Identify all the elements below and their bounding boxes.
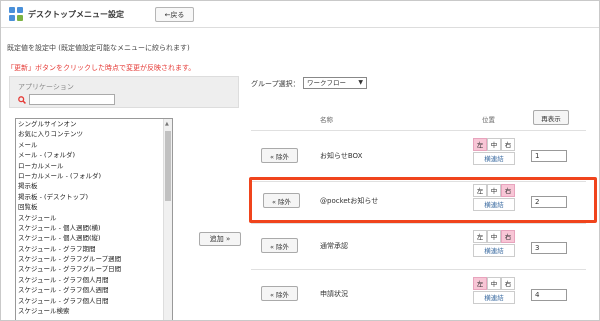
position-selector: 左 中 右 横連結 [473,230,519,262]
position-right-button[interactable]: 右 [501,138,515,151]
position-left-button[interactable]: 左 [473,138,487,151]
column-header-name: 名称 [320,116,333,124]
application-search-input[interactable] [29,94,115,105]
list-item[interactable]: スケジュール - グラフ個人日間 [16,296,172,306]
header-divider [1,27,599,28]
application-search [18,94,115,105]
order-input[interactable]: 3 [531,242,567,254]
position-right-button[interactable]: 右 [501,277,515,290]
row-divider [251,269,586,270]
application-search-panel: アプリケーション [9,76,239,108]
position-left-button[interactable]: 左 [473,277,487,290]
add-button[interactable]: 追加 » [199,232,241,246]
list-item[interactable]: 掲示板 [16,181,172,191]
row-name: 申請状況 [320,290,348,298]
column-header-position: 位置 [482,116,495,124]
position-center-button[interactable]: 中 [487,230,501,243]
list-item[interactable]: スケジュール [16,213,172,223]
application-list[interactable]: シングルサインオン お気に入りコンテンツ メール メール - (フォルダ) ロー… [15,118,173,320]
horizontal-link-button[interactable]: 横連結 [473,291,515,304]
list-item[interactable]: スケジュール - 個人週間(横) [16,223,172,233]
horizontal-link-button[interactable]: 横連結 [473,152,515,165]
desktop-menu-icon [9,7,23,21]
horizontal-link-button[interactable]: 横連結 [473,244,515,257]
list-item[interactable]: スケジュール - グラフ個人月間 [16,275,172,285]
list-item[interactable]: ローカルメール [16,161,172,171]
order-input[interactable]: 1 [531,150,567,162]
position-left-button[interactable]: 左 [473,230,487,243]
list-item[interactable]: スケジュール - グラフ期間 [16,244,172,254]
group-select-value: ワークフロー [307,79,346,87]
row-divider [251,223,586,224]
remove-button[interactable]: « 除外 [261,286,298,301]
list-item[interactable]: メール [16,140,172,150]
application-list-items: シングルサインオン お気に入りコンテンツ メール メール - (フォルダ) ロー… [16,119,172,316]
remove-button[interactable]: « 除外 [261,148,298,163]
list-item[interactable]: お気に入りコンテンツ [16,129,172,139]
remove-button[interactable]: « 除外 [261,238,298,253]
application-label: アプリケーション [18,83,74,91]
row-name: 通常承認 [320,242,348,250]
list-scrollbar[interactable]: ▲ [163,119,172,320]
position-selector: 左 中 右 横連結 [473,277,519,309]
list-item[interactable]: スケジュール - グラフグループ週間 [16,254,172,264]
row-name: お知らせBOX [320,152,363,160]
position-center-button[interactable]: 中 [487,138,501,151]
back-button[interactable]: ←戻る [155,7,194,22]
scrollbar-thumb[interactable] [165,131,171,201]
position-right-button[interactable]: 右 [501,230,515,243]
row-divider [251,130,586,131]
group-select[interactable]: ワークフロー ▼ [303,77,367,89]
list-item[interactable]: ローカルメール - (フォルダ) [16,171,172,181]
list-item[interactable]: スケジュール - グラフグループ日間 [16,264,172,274]
list-item[interactable]: スケジュール - 個人週間(縦) [16,233,172,243]
highlight-box [249,177,597,223]
order-input[interactable]: 4 [531,289,567,301]
group-select-label: グループ選択： [251,80,300,88]
list-item[interactable]: シングルサインオン [16,119,172,129]
list-item[interactable]: 掲示板 - (デスクトップ) [16,192,172,202]
window: デスクトップメニュー設定 ←戻る 既定値を設定中 (既定値設定可能なメニューに絞… [0,0,600,321]
list-item[interactable]: 回覧板 [16,202,172,212]
page-title: デスクトップメニュー設定 [28,9,124,19]
warning-text: 「更新」ボタンをクリックした時点で変更が反映されます。 [7,64,196,72]
list-item[interactable]: メール - (フォルダ) [16,150,172,160]
info-text: 既定値を設定中 (既定値設定可能なメニューに絞られます) [7,44,190,52]
search-icon [18,95,26,104]
position-center-button[interactable]: 中 [487,277,501,290]
refresh-button[interactable]: 再表示 [533,110,569,125]
position-selector: 左 中 右 横連結 [473,138,519,170]
list-item[interactable]: スケジュール検索 [16,306,172,316]
page-header: デスクトップメニュー設定 [9,7,124,21]
list-item[interactable]: スケジュール - グラフ個人週間 [16,285,172,295]
chevron-down-icon: ▼ [358,79,363,86]
scroll-up-icon[interactable]: ▲ [165,121,169,127]
